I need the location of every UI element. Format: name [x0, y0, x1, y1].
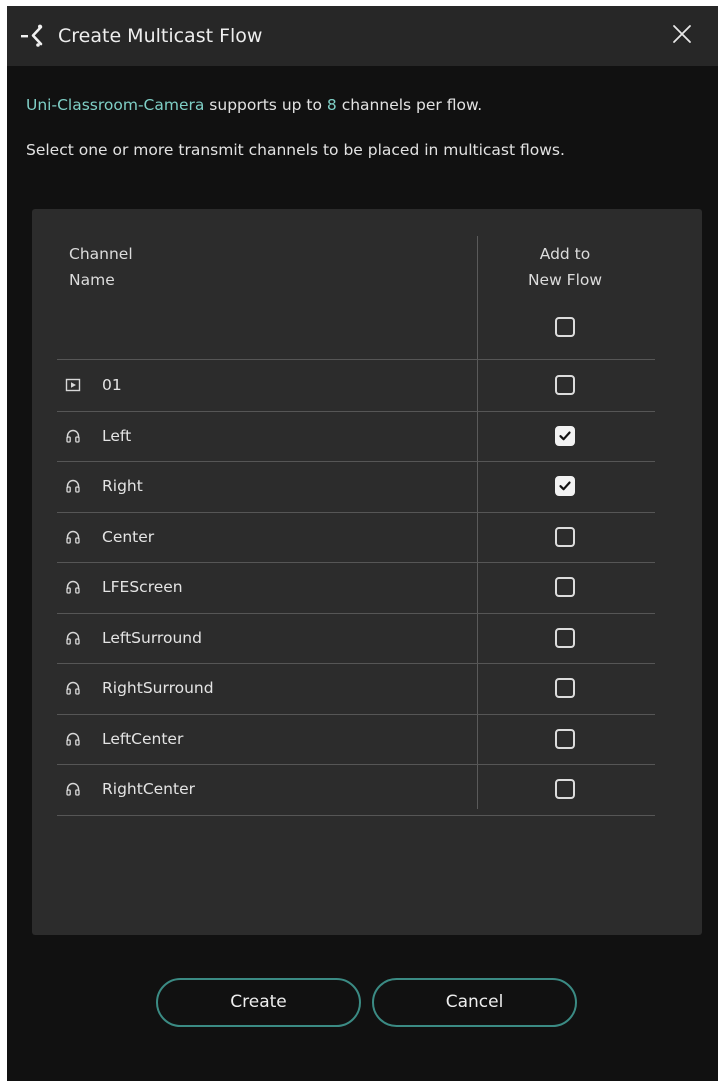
checkmark-icon: [559, 481, 571, 491]
row-divider: [57, 612, 655, 614]
headphones-icon: [65, 630, 81, 646]
row-divider: [57, 713, 655, 715]
channel-name: RightSurround: [102, 679, 214, 698]
add-to-flow-checkbox[interactable]: [555, 779, 575, 800]
row-divider: [57, 511, 655, 513]
channel-name: 01: [102, 376, 122, 395]
device-name: Uni-Classroom-Camera: [26, 96, 205, 114]
channel-name: LeftSurround: [102, 628, 202, 647]
close-icon[interactable]: [669, 21, 695, 47]
row-divider: [57, 461, 655, 462]
video-icon: [65, 377, 81, 393]
headphones-icon: [65, 731, 81, 747]
checkmark-icon: [559, 431, 571, 441]
column-header-add-line1: Add to: [539, 245, 591, 263]
channel-name: Left: [102, 426, 132, 445]
row-divider: [57, 562, 655, 563]
headphones-icon: [65, 529, 81, 545]
column-divider: [477, 236, 478, 809]
app-logo-icon: [21, 24, 43, 47]
create-multicast-flow-dialog: Create Multicast Flow Uni-Classroom-Came…: [7, 6, 718, 1081]
headphones-icon: [65, 428, 81, 444]
dialog-title: Create Multicast Flow: [58, 25, 263, 47]
select-all-checkbox[interactable]: [555, 317, 575, 337]
headphones-icon: [65, 781, 81, 797]
column-header-channel-line1: Channel: [69, 245, 133, 263]
column-header-channel-line2: Name: [69, 271, 115, 289]
add-to-flow-checkbox[interactable]: [555, 526, 575, 547]
add-to-flow-checkbox[interactable]: [555, 728, 575, 749]
column-header-add-to-new-flow: Add to New Flow: [502, 241, 628, 293]
headphones-icon: [65, 478, 81, 494]
intro-line-1: Uni-Classroom-Camera supports up to 8 ch…: [26, 94, 482, 116]
intro-text-a: supports up to: [204, 96, 327, 114]
add-to-flow-checkbox[interactable]: [555, 627, 575, 648]
header-divider: [57, 359, 655, 360]
create-button[interactable]: Create: [156, 978, 361, 1027]
channel-name: Center: [102, 527, 155, 546]
add-to-flow-checkbox[interactable]: [555, 425, 575, 446]
row-divider: [57, 663, 655, 664]
intro-line-2: Select one or more transmit channels to …: [26, 141, 565, 159]
intro-text-b: channels per flow.: [336, 96, 483, 114]
add-to-flow-checkbox[interactable]: [555, 476, 575, 497]
channel-name: LeftCenter: [102, 729, 184, 748]
row-divider: [57, 764, 655, 765]
column-header-channel-name: Channel Name: [69, 241, 133, 293]
add-to-flow-checkbox[interactable]: [555, 678, 575, 699]
cancel-button[interactable]: Cancel: [372, 978, 577, 1027]
channel-limit: 8: [326, 96, 337, 114]
add-to-flow-checkbox[interactable]: [555, 375, 575, 396]
title-bar: Create Multicast Flow: [7, 6, 718, 66]
channel-name: Right: [102, 477, 143, 496]
channel-table-panel: Channel Name Add to New Flow 01 Left Right…: [32, 209, 702, 935]
headphones-icon: [65, 579, 81, 595]
add-to-flow-checkbox[interactable]: [555, 577, 575, 598]
column-header-add-line2: New Flow: [527, 271, 603, 289]
row-divider: [57, 814, 655, 816]
channel-name: LFEScreen: [102, 578, 183, 597]
channel-name: RightCenter: [102, 780, 195, 799]
row-divider: [57, 410, 655, 412]
headphones-icon: [65, 680, 81, 696]
